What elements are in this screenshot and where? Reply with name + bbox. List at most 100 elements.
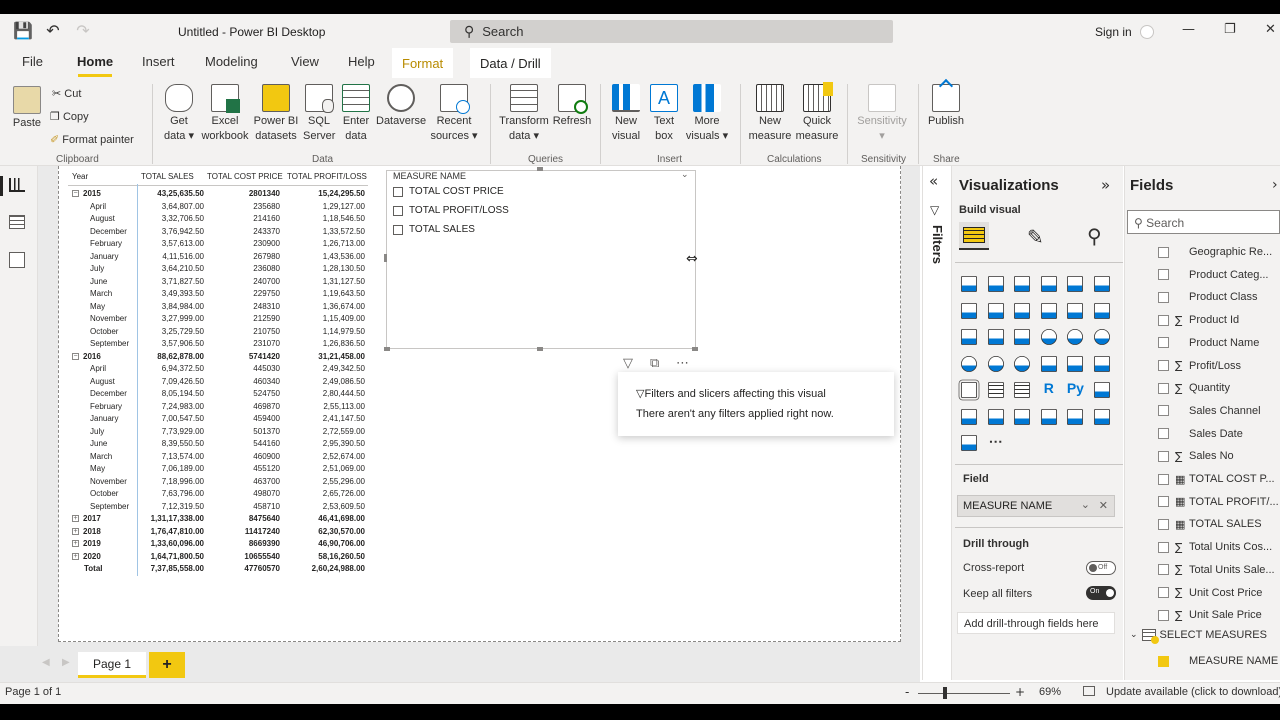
field-item[interactable]: ▦ TOTAL PROFIT/... bbox=[1158, 493, 1280, 511]
prev-page-icon[interactable]: ◀ bbox=[42, 657, 50, 668]
recent-sources-button[interactable]: Recent sources ▾ bbox=[428, 84, 480, 144]
resize-handle[interactable] bbox=[537, 347, 543, 351]
redo-icon[interactable]: ↷ bbox=[68, 16, 98, 44]
zoom-level[interactable]: 69% bbox=[1039, 686, 1061, 698]
transform-data-button[interactable]: Transform data ▾ bbox=[497, 84, 551, 144]
checkbox[interactable] bbox=[1158, 246, 1169, 258]
close-icon[interactable]: ✕ bbox=[1265, 22, 1276, 37]
line-clustered-icon[interactable] bbox=[1067, 302, 1084, 319]
keep-all-filters-toggle[interactable]: On bbox=[1086, 586, 1116, 600]
metrics-icon[interactable] bbox=[1067, 408, 1084, 425]
chevron-down-icon[interactable]: ⌄ bbox=[1130, 630, 1138, 640]
matrix-header-profit[interactable]: TOTAL PROFIT/LOSS bbox=[287, 172, 367, 181]
page-tab-1[interactable]: Page 1 bbox=[78, 652, 146, 678]
dataverse-button[interactable]: Dataverse bbox=[376, 84, 426, 129]
matrix-month-row[interactable]: October 3,25,729.50 210750 1,14,979.50 bbox=[68, 327, 368, 340]
matrix-year-row[interactable]: +2017 1,31,17,338.00 8475640 46,41,698.00 bbox=[68, 514, 368, 527]
expand-filters-icon[interactable]: « bbox=[929, 172, 938, 190]
model-view-icon[interactable] bbox=[9, 252, 29, 270]
table-select-measures[interactable]: ⌄ SELECT MEASURES bbox=[1130, 629, 1267, 644]
save-icon[interactable]: 💾 bbox=[8, 16, 38, 44]
line-chart-icon[interactable] bbox=[961, 302, 977, 319]
tab-home[interactable]: Home bbox=[77, 54, 113, 69]
collapse-fields-icon[interactable]: › bbox=[1272, 177, 1278, 193]
analytics-icon[interactable]: ⚲ bbox=[1087, 224, 1102, 248]
ribbon-chart-icon[interactable] bbox=[1094, 302, 1110, 319]
tab-view[interactable]: View bbox=[291, 54, 319, 69]
avatar[interactable] bbox=[1140, 25, 1154, 39]
cross-report-toggle[interactable]: Off bbox=[1086, 561, 1116, 575]
chevron-down-icon[interactable]: ⌄ bbox=[1081, 498, 1090, 511]
restore-icon[interactable]: ❐ bbox=[1224, 22, 1236, 37]
resize-handle[interactable] bbox=[384, 347, 390, 351]
field-item-measure-name[interactable]: MEASURE NAME bbox=[1158, 652, 1280, 670]
matrix-month-row[interactable]: February 3,57,613.00 230900 1,26,713.00 bbox=[68, 239, 368, 252]
checkbox[interactable] bbox=[1158, 405, 1169, 417]
matrix-month-row[interactable]: September 3,57,906.50 231070 1,26,836.50 bbox=[68, 339, 368, 352]
card-icon[interactable] bbox=[1040, 355, 1057, 372]
publish-button[interactable]: Publish bbox=[924, 78, 968, 129]
add-page-button[interactable]: + bbox=[149, 652, 185, 678]
undo-icon[interactable]: ↶ bbox=[38, 16, 68, 44]
fit-to-page-icon[interactable] bbox=[1083, 686, 1095, 696]
matrix-month-row[interactable]: May 3,84,984.00 248310 1,36,674.00 bbox=[68, 302, 368, 315]
field-well-item[interactable]: MEASURE NAME ⌄ ✕ bbox=[957, 495, 1115, 517]
matrix-header-sales[interactable]: TOTAL SALES bbox=[141, 172, 194, 181]
matrix-month-row[interactable]: January 7,00,547.50 459400 2,41,147.50 bbox=[68, 414, 368, 427]
matrix-month-row[interactable]: November 3,27,999.00 212590 1,15,409.00 bbox=[68, 314, 368, 327]
field-item[interactable]: ∑ Total Units Sale... bbox=[1158, 561, 1280, 579]
field-item[interactable]: Product Class bbox=[1158, 288, 1280, 306]
matrix-header-year[interactable]: Year bbox=[72, 172, 88, 181]
area-chart-icon[interactable] bbox=[987, 302, 1004, 319]
field-item[interactable]: Geographic Re... bbox=[1158, 243, 1280, 261]
checkbox[interactable] bbox=[1158, 269, 1169, 281]
waterfall-icon[interactable] bbox=[961, 329, 977, 345]
slicer-item[interactable]: TOTAL PROFIT/LOSS bbox=[393, 205, 509, 216]
python-visual-icon[interactable]: Py bbox=[1065, 380, 1085, 400]
resize-handle[interactable] bbox=[384, 254, 387, 262]
qa-icon[interactable] bbox=[987, 408, 1004, 425]
stacked-area-icon[interactable] bbox=[1014, 302, 1031, 319]
sign-in-link[interactable]: Sign in bbox=[1095, 25, 1132, 39]
checkbox[interactable] bbox=[1158, 360, 1169, 371]
text-box-button[interactable]: A Text box bbox=[647, 84, 681, 144]
resize-handle[interactable] bbox=[537, 167, 543, 171]
matrix-year-row[interactable]: −2015 43,25,635.50 2801340 15,24,295.50 bbox=[68, 189, 368, 202]
field-item[interactable]: ∑ Sales No bbox=[1158, 447, 1280, 465]
checkbox[interactable] bbox=[1158, 337, 1169, 349]
clustered-bar-icon[interactable] bbox=[1014, 276, 1031, 292]
checkbox[interactable] bbox=[1158, 541, 1169, 553]
matrix-month-row[interactable]: April 3,64,807.00 235680 1,29,127.00 bbox=[68, 202, 368, 215]
build-visual-tab[interactable] bbox=[959, 222, 989, 250]
drill-through-drop-zone[interactable]: Add drill-through fields here bbox=[957, 612, 1115, 634]
sensitivity-button[interactable]: Sensitivity ▾ bbox=[853, 84, 911, 144]
checkbox[interactable] bbox=[1158, 564, 1169, 576]
scatter-icon[interactable] bbox=[1014, 329, 1031, 345]
slicer-item[interactable]: TOTAL SALES bbox=[393, 224, 475, 235]
key-influencers-icon[interactable] bbox=[1094, 382, 1110, 398]
matrix-month-row[interactable]: December 8,05,194.50 524750 2,80,444.50 bbox=[68, 389, 368, 402]
r-visual-icon[interactable]: R bbox=[1039, 380, 1059, 400]
treemap-icon[interactable] bbox=[1094, 329, 1110, 345]
matrix-month-row[interactable]: March 7,13,574.00 460900 2,52,674.00 bbox=[68, 452, 368, 465]
narrative-icon[interactable] bbox=[1014, 408, 1031, 425]
checkbox[interactable] bbox=[393, 186, 403, 197]
checkbox[interactable] bbox=[1158, 473, 1169, 485]
resize-handle[interactable] bbox=[692, 347, 698, 351]
new-visual-button[interactable]: New visual bbox=[608, 84, 644, 144]
next-page-icon[interactable]: ▶ bbox=[62, 657, 70, 668]
100-column-icon[interactable] bbox=[1094, 276, 1110, 292]
kpi-icon[interactable] bbox=[1094, 355, 1110, 372]
checkbox[interactable] bbox=[1158, 496, 1169, 508]
excel-workbook-button[interactable]: Excel workbook bbox=[200, 84, 250, 144]
more-visuals-icon[interactable]: ⋯ bbox=[986, 433, 1006, 453]
copy-button[interactable]: ❐ Copy bbox=[50, 109, 89, 125]
field-item[interactable]: Product Categ... bbox=[1158, 266, 1280, 284]
matrix-icon[interactable] bbox=[1014, 382, 1031, 398]
update-available-link[interactable]: Update available (click to download) bbox=[1106, 686, 1280, 698]
collapse-icon[interactable]: − bbox=[72, 352, 79, 360]
expand-icon[interactable]: + bbox=[72, 540, 79, 547]
expand-icon[interactable]: + bbox=[72, 552, 79, 560]
field-item[interactable]: Sales Date bbox=[1158, 425, 1280, 443]
matrix-month-row[interactable]: November 7,18,996.00 463700 2,55,296.00 bbox=[68, 477, 368, 490]
